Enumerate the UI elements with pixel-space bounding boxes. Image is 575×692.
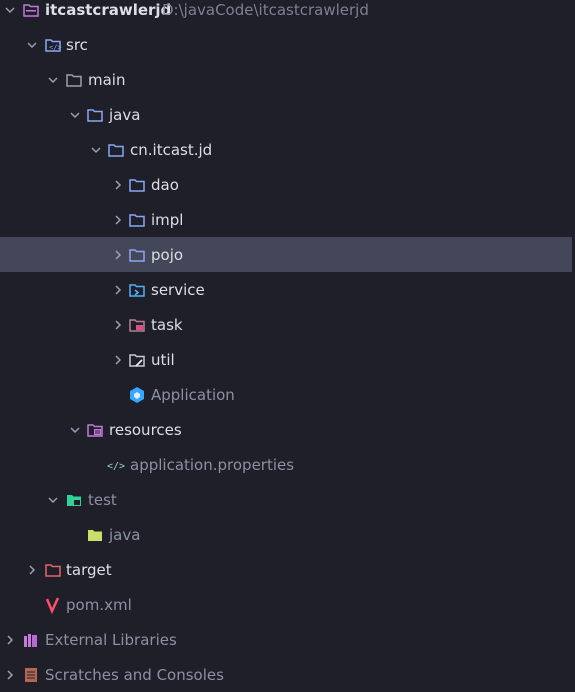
tree-row-java[interactable]: java	[0, 97, 575, 132]
chevron-right-icon[interactable]	[4, 669, 16, 681]
tree-row-test[interactable]: test	[0, 482, 575, 517]
pojo-label: pojo	[151, 245, 184, 264]
chevron-down-icon[interactable]	[69, 109, 81, 121]
tree-row-project-root[interactable]: itcastcrawlerjd D:\javaCode\itcastcrawle…	[0, 0, 575, 27]
tree-row-pojo[interactable]: pojo	[0, 237, 575, 272]
tree-row-task[interactable]: task	[0, 307, 575, 342]
application-label: Application	[151, 385, 235, 404]
test-java-label: java	[109, 525, 141, 544]
java-label: java	[109, 105, 141, 124]
service-folder-icon	[128, 281, 146, 299]
package-folder-icon	[128, 211, 146, 229]
chevron-right-icon[interactable]	[112, 284, 124, 296]
tree-row-target[interactable]: target	[0, 552, 575, 587]
chevron-right-icon[interactable]	[26, 564, 38, 576]
tree-row-main[interactable]: main	[0, 62, 575, 97]
service-label: service	[151, 280, 205, 299]
chevron-down-icon[interactable]	[47, 494, 59, 506]
tree-row-package[interactable]: cn.itcast.jd	[0, 132, 575, 167]
tree-row-util[interactable]: util	[0, 342, 575, 377]
task-folder-icon	[128, 316, 146, 334]
scratches-label: Scratches and Consoles	[45, 665, 224, 684]
source-root-folder-icon	[86, 106, 104, 124]
chevron-right-icon[interactable]	[112, 319, 124, 331]
application-properties-label: application.properties	[130, 455, 295, 474]
resources-folder-icon	[86, 421, 104, 439]
chevron-right-icon[interactable]	[4, 634, 16, 646]
dao-label: dao	[151, 175, 179, 194]
chevron-down-icon[interactable]	[69, 424, 81, 436]
folder-icon	[65, 71, 83, 89]
tree-row-scratches[interactable]: Scratches and Consoles	[0, 657, 575, 692]
chevron-right-icon[interactable]	[112, 179, 124, 191]
project-tree: itcastcrawlerjd D:\javaCode\itcastcrawle…	[0, 0, 575, 684]
source-folder-icon: </>	[44, 36, 62, 54]
package-folder-icon	[128, 176, 146, 194]
tree-row-dao[interactable]: dao	[0, 167, 575, 202]
test-folder-icon	[65, 491, 83, 509]
library-icon	[22, 631, 40, 649]
excluded-folder-icon	[44, 561, 62, 579]
tree-row-test-java[interactable]: java	[0, 517, 575, 552]
chevron-down-icon[interactable]	[90, 144, 102, 156]
test-label: test	[88, 490, 117, 509]
impl-label: impl	[151, 210, 184, 229]
tree-row-application[interactable]: Application	[0, 377, 575, 412]
main-label: main	[88, 70, 126, 89]
util-label: util	[151, 350, 175, 369]
package-folder-icon	[128, 246, 146, 264]
resources-label: resources	[109, 420, 182, 439]
test-source-folder-icon	[86, 526, 104, 544]
chevron-down-icon[interactable]	[47, 74, 59, 86]
pom-label: pom.xml	[66, 595, 132, 614]
src-label: src	[66, 35, 88, 54]
project-path: D:\javaCode\itcastcrawlerjd	[162, 0, 369, 19]
module-folder-icon	[22, 1, 40, 19]
svg-text:</>: </>	[49, 43, 62, 51]
tree-row-pom[interactable]: pom.xml	[0, 587, 575, 622]
chevron-right-icon[interactable]	[112, 249, 124, 261]
package-folder-icon	[107, 141, 125, 159]
svg-text:</>: </>	[107, 461, 125, 472]
tree-row-resources[interactable]: resources	[0, 412, 575, 447]
tree-row-external-libraries[interactable]: External Libraries	[0, 622, 575, 657]
target-label: target	[66, 560, 112, 579]
external-libraries-label: External Libraries	[45, 630, 177, 649]
tree-row-src[interactable]: </> src	[0, 27, 575, 62]
chevron-right-icon[interactable]	[112, 354, 124, 366]
util-folder-icon	[128, 351, 146, 369]
properties-file-icon: </>	[107, 456, 125, 474]
spring-boot-class-icon	[128, 386, 146, 404]
tree-row-impl[interactable]: impl	[0, 202, 575, 237]
tree-row-service[interactable]: service	[0, 272, 575, 307]
chevron-right-icon[interactable]	[112, 214, 124, 226]
maven-icon	[44, 596, 62, 614]
task-label: task	[151, 315, 183, 334]
chevron-down-icon[interactable]	[4, 4, 16, 16]
package-label: cn.itcast.jd	[130, 140, 213, 159]
scratches-icon	[22, 666, 40, 684]
chevron-down-icon[interactable]	[26, 39, 38, 51]
tree-row-application-properties[interactable]: </> application.properties	[0, 447, 575, 482]
project-name: itcastcrawlerjd	[45, 0, 172, 19]
